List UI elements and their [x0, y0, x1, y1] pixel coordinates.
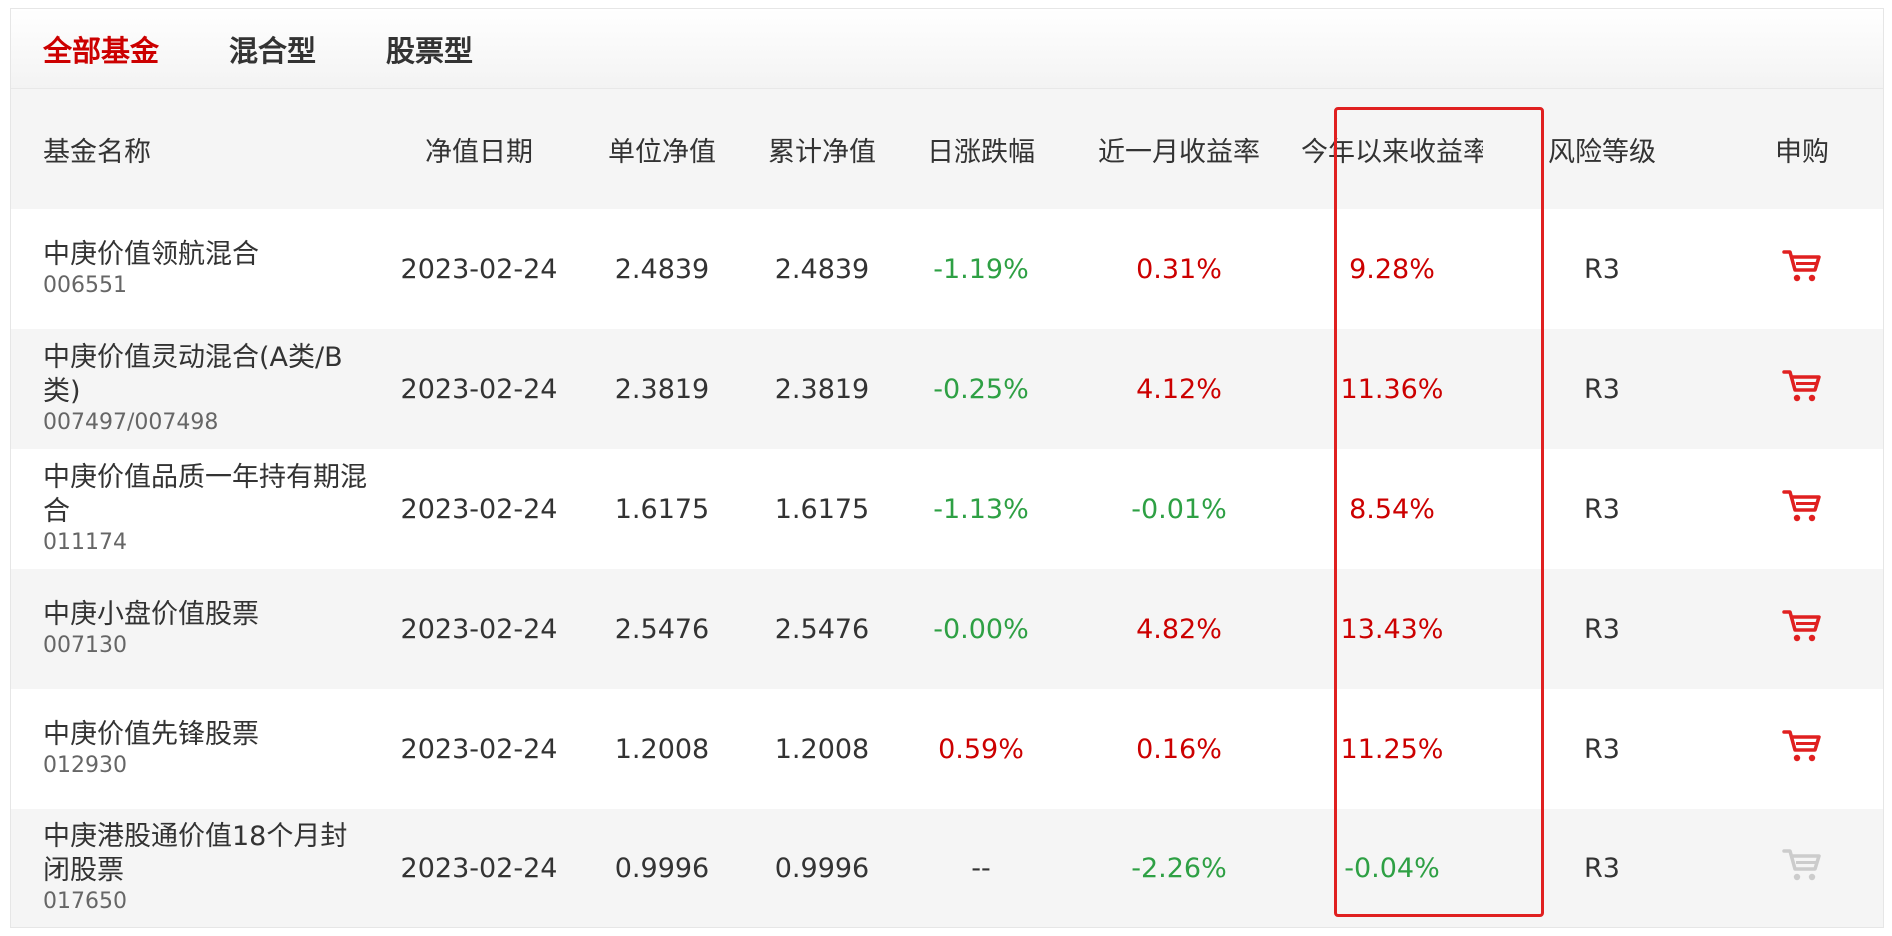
daily-change: -1.13% — [905, 449, 1057, 569]
tab-hybrid-funds[interactable]: 混合型 — [229, 28, 316, 70]
nav-date: 2023-02-24 — [373, 569, 585, 689]
header-ytd-return[interactable]: 今年以来收益率 — [1301, 89, 1483, 209]
fund-name-cell: 中庚价值品质一年持有期混合 011174 — [11, 449, 373, 569]
daily-change: -0.00% — [905, 569, 1057, 689]
fund-name-link[interactable]: 中庚价值先锋股票 — [43, 718, 373, 752]
header-accumulated-nav[interactable]: 累计净值 — [739, 89, 905, 209]
purchase-cell — [1721, 569, 1883, 689]
purchase-cell — [1721, 209, 1883, 329]
fund-code: 007130 — [43, 633, 127, 658]
shopping-cart-icon[interactable] — [1782, 488, 1822, 524]
table-row: 中庚价值品质一年持有期混合 011174 2023-02-24 1.6175 1… — [11, 449, 1883, 569]
fund-type-tabs: 全部基金 混合型 股票型 — [11, 9, 1883, 89]
unit-nav: 2.5476 — [585, 569, 739, 689]
one-month-return: -2.26% — [1057, 809, 1301, 927]
shopping-cart-icon[interactable] — [1782, 608, 1822, 644]
table-row: 中庚价值灵动混合(A类/B类) 007497/007498 2023-02-24… — [11, 329, 1883, 449]
risk-level: R3 — [1483, 209, 1721, 329]
header-unit-nav[interactable]: 单位净值 — [585, 89, 739, 209]
fund-name-cell: 中庚价值先锋股票 012930 — [11, 689, 373, 809]
purchase-cell — [1721, 809, 1883, 927]
fund-code: 011174 — [43, 530, 127, 555]
ytd-return: 11.36% — [1301, 329, 1483, 449]
table-row: 中庚价值领航混合 006551 2023-02-24 2.4839 2.4839… — [11, 209, 1883, 329]
daily-change: 0.59% — [905, 689, 1057, 809]
fund-code: 017650 — [43, 889, 127, 914]
accumulated-nav: 2.3819 — [739, 329, 905, 449]
purchase-cell — [1721, 329, 1883, 449]
header-fund-name[interactable]: 基金名称 — [11, 89, 373, 209]
ytd-return: 8.54% — [1301, 449, 1483, 569]
accumulated-nav: 1.2008 — [739, 689, 905, 809]
daily-change: -1.19% — [905, 209, 1057, 329]
fund-name-cell: 中庚港股通价值18个月封闭股票 017650 — [11, 809, 373, 927]
risk-level: R3 — [1483, 329, 1721, 449]
fund-code: 012930 — [43, 753, 127, 778]
ytd-return: 13.43% — [1301, 569, 1483, 689]
fund-name-link[interactable]: 中庚价值品质一年持有期混合 — [43, 461, 373, 529]
nav-date: 2023-02-24 — [373, 329, 585, 449]
nav-date: 2023-02-24 — [373, 809, 585, 927]
shopping-cart-icon[interactable] — [1782, 248, 1822, 284]
accumulated-nav: 2.5476 — [739, 569, 905, 689]
purchase-cell — [1721, 689, 1883, 809]
risk-level: R3 — [1483, 569, 1721, 689]
risk-level: R3 — [1483, 449, 1721, 569]
one-month-return: 4.82% — [1057, 569, 1301, 689]
daily-change: -- — [905, 809, 1057, 927]
accumulated-nav: 1.6175 — [739, 449, 905, 569]
one-month-return: 4.12% — [1057, 329, 1301, 449]
purchase-cell — [1721, 449, 1883, 569]
ytd-return: 11.25% — [1301, 689, 1483, 809]
daily-change: -0.25% — [905, 329, 1057, 449]
accumulated-nav: 2.4839 — [739, 209, 905, 329]
risk-level: R3 — [1483, 809, 1721, 927]
fund-name-cell: 中庚价值灵动混合(A类/B类) 007497/007498 — [11, 329, 373, 449]
ytd-return: 9.28% — [1301, 209, 1483, 329]
accumulated-nav: 0.9996 — [739, 809, 905, 927]
header-nav-date[interactable]: 净值日期 — [373, 89, 585, 209]
unit-nav: 2.3819 — [585, 329, 739, 449]
unit-nav: 1.2008 — [585, 689, 739, 809]
fund-name-link[interactable]: 中庚价值领航混合 — [43, 238, 373, 272]
risk-level: R3 — [1483, 689, 1721, 809]
fund-code: 006551 — [43, 273, 127, 298]
shopping-cart-icon[interactable] — [1782, 728, 1822, 764]
header-daily-change[interactable]: 日涨跌幅 — [905, 89, 1057, 209]
shopping-cart-icon[interactable] — [1782, 368, 1822, 404]
ytd-return: -0.04% — [1301, 809, 1483, 927]
fund-name-link[interactable]: 中庚价值灵动混合(A类/B类) — [43, 341, 373, 409]
table-header-row: 基金名称 净值日期 单位净值 累计净值 日涨跌幅 近一月收益率 今年以来收益率 … — [11, 89, 1883, 209]
fund-list-panel: 全部基金 混合型 股票型 基金名称 净值日期 单位净值 累计净值 日涨跌幅 近一… — [10, 8, 1884, 928]
tab-stock-funds[interactable]: 股票型 — [386, 28, 473, 70]
one-month-return: 0.31% — [1057, 209, 1301, 329]
unit-nav: 0.9996 — [585, 809, 739, 927]
fund-name-cell: 中庚价值领航混合 006551 — [11, 209, 373, 329]
fund-code: 007497/007498 — [43, 410, 219, 435]
nav-date: 2023-02-24 — [373, 449, 585, 569]
unit-nav: 2.4839 — [585, 209, 739, 329]
fund-name-link[interactable]: 中庚港股通价值18个月封闭股票 — [43, 820, 373, 888]
shopping-cart-icon — [1782, 847, 1822, 883]
fund-name-cell: 中庚小盘价值股票 007130 — [11, 569, 373, 689]
table-row: 中庚小盘价值股票 007130 2023-02-24 2.5476 2.5476… — [11, 569, 1883, 689]
tab-all-funds[interactable]: 全部基金 — [43, 28, 159, 70]
one-month-return: -0.01% — [1057, 449, 1301, 569]
header-risk-level: 风险等级 — [1483, 89, 1721, 209]
table-row: 中庚港股通价值18个月封闭股票 017650 2023-02-24 0.9996… — [11, 809, 1883, 927]
fund-table: 基金名称 净值日期 单位净值 累计净值 日涨跌幅 近一月收益率 今年以来收益率 … — [11, 89, 1883, 927]
nav-date: 2023-02-24 — [373, 209, 585, 329]
header-purchase: 申购 — [1721, 89, 1883, 209]
one-month-return: 0.16% — [1057, 689, 1301, 809]
unit-nav: 1.6175 — [585, 449, 739, 569]
header-one-month-return[interactable]: 近一月收益率 — [1057, 89, 1301, 209]
fund-name-link[interactable]: 中庚小盘价值股票 — [43, 598, 373, 632]
table-row: 中庚价值先锋股票 012930 2023-02-24 1.2008 1.2008… — [11, 689, 1883, 809]
nav-date: 2023-02-24 — [373, 689, 585, 809]
